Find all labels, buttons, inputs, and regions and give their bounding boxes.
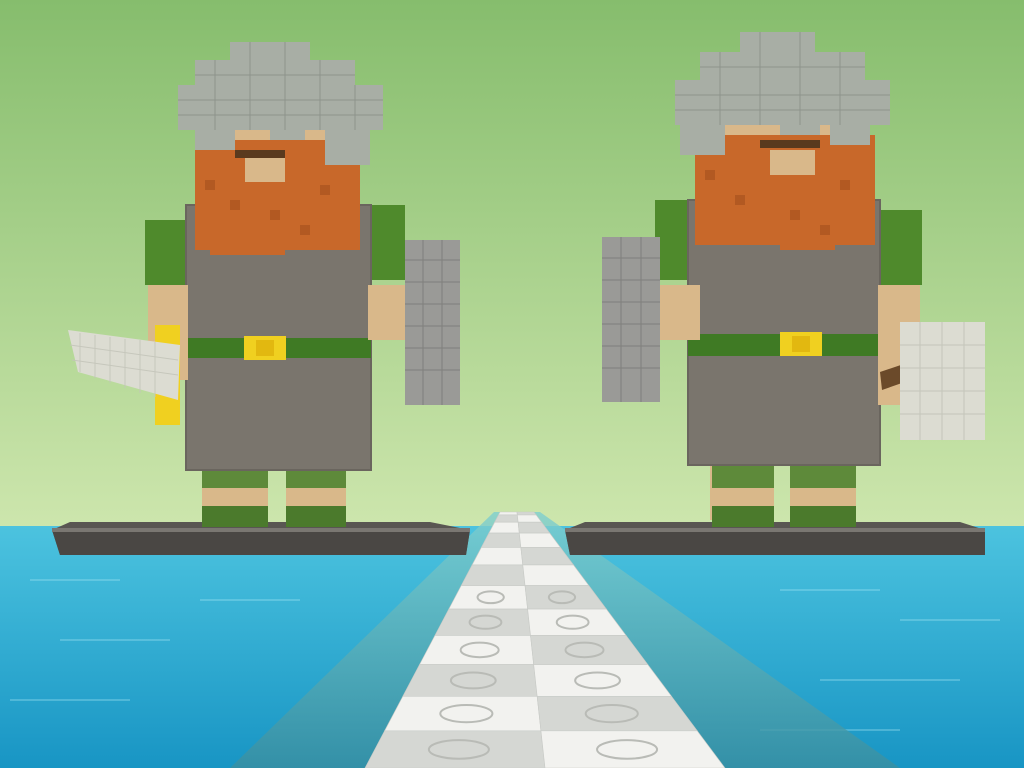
- bridge-tile: [471, 547, 524, 566]
- right-platform: [565, 522, 985, 555]
- game-viewport[interactable]: [0, 0, 1024, 768]
- eyes: [235, 150, 285, 158]
- shield: [405, 240, 460, 405]
- bridge-tile: [536, 696, 698, 732]
- left-arm: [655, 285, 700, 340]
- bridge-tile: [384, 696, 542, 732]
- bridge-tile: [516, 511, 537, 516]
- bridge-tile: [419, 635, 535, 665]
- bridge-tile: [533, 664, 673, 697]
- left-boot-sole: [202, 505, 268, 527]
- right-boot-sole: [286, 505, 346, 527]
- bridge-tile: [540, 730, 726, 768]
- left-boot-sole: [712, 505, 774, 527]
- bridge-tile: [448, 585, 528, 610]
- right-boot-sole: [790, 505, 856, 527]
- bridge-tile: [402, 664, 538, 697]
- eyes: [760, 140, 820, 148]
- bridge-tile: [494, 514, 519, 523]
- bridge-tile: [460, 564, 526, 586]
- left-boot: [712, 462, 774, 490]
- bridge-tile: [364, 730, 546, 768]
- bridge-tile: [497, 511, 518, 516]
- right-boot: [790, 462, 856, 490]
- shield: [602, 237, 660, 402]
- bridge-tile: [488, 521, 520, 534]
- scene-canvas: [0, 0, 1024, 768]
- bridge-tile: [434, 608, 531, 636]
